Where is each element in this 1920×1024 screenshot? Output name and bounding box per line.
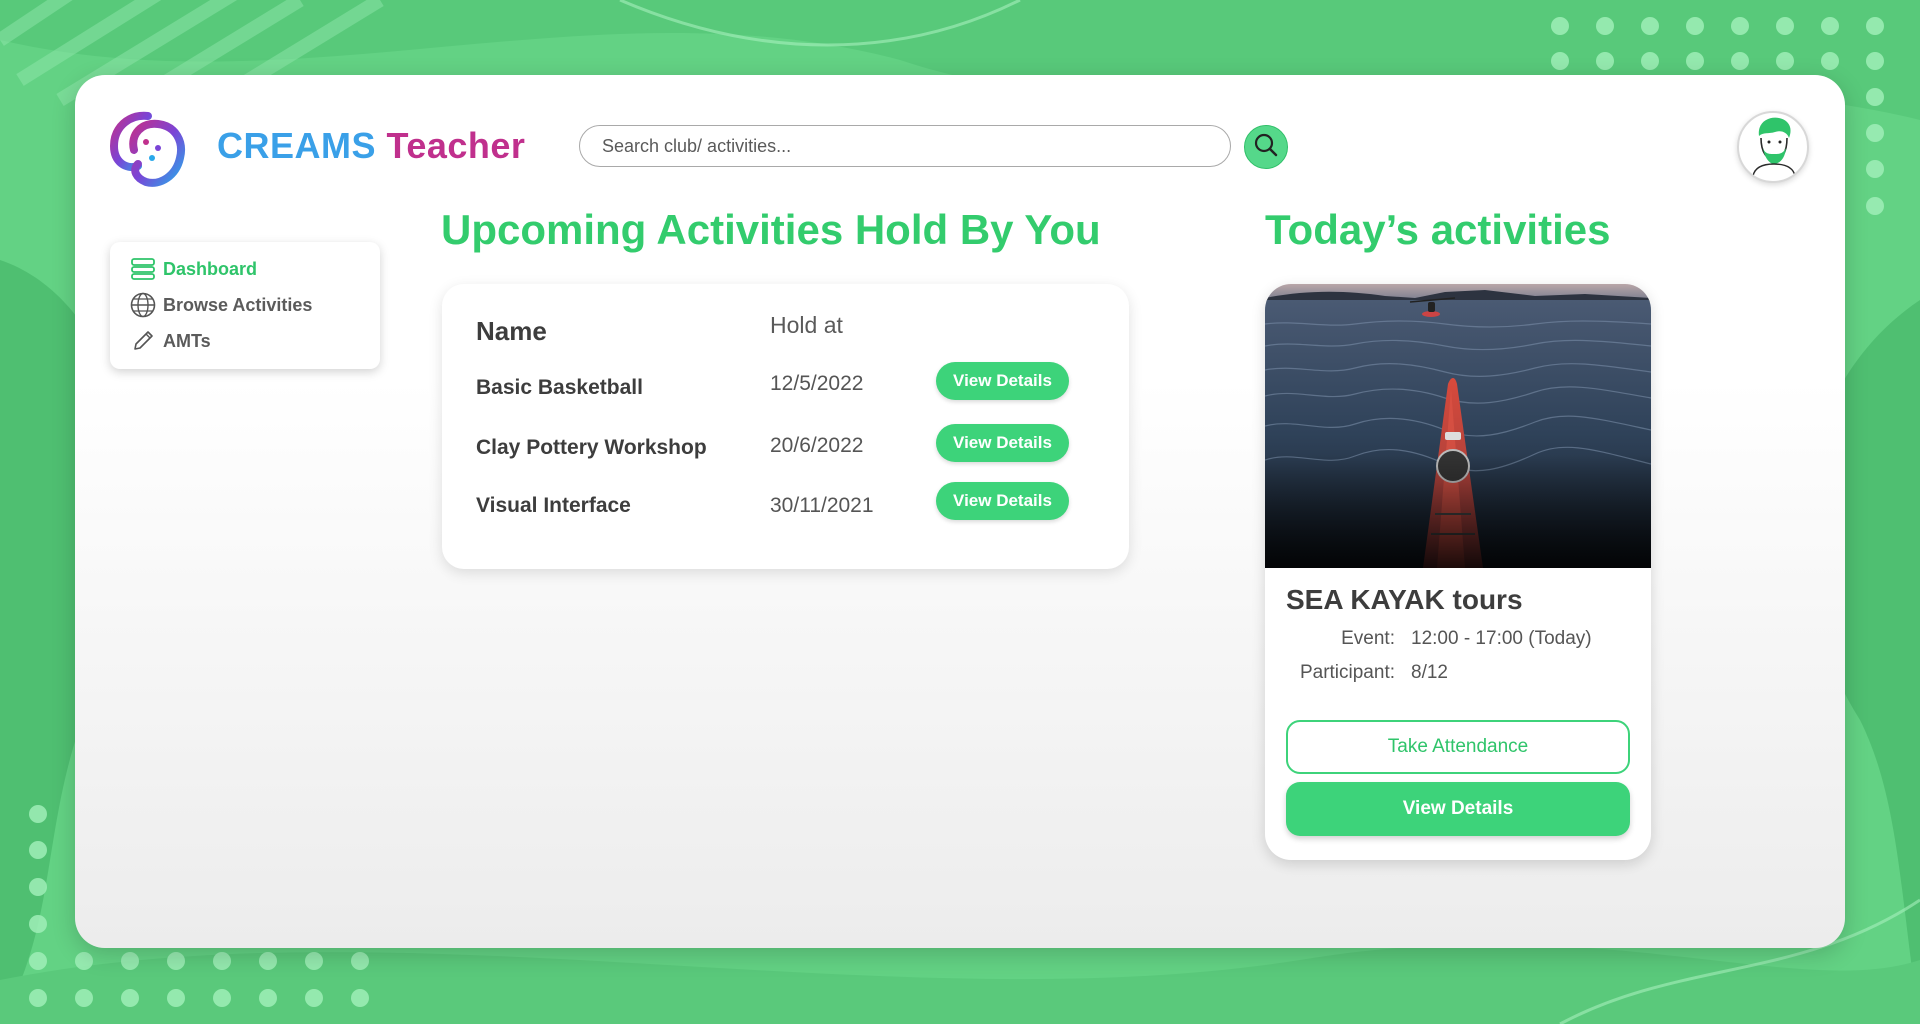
- table-row: Visual Interface 30/11/2021 View Details: [442, 482, 1129, 526]
- search-icon: [1253, 132, 1279, 163]
- sidebar: Dashboard Browse Activities AMTs: [110, 242, 380, 369]
- activity-name: Clay Pottery Workshop: [476, 436, 707, 459]
- event-label: Event:: [1341, 628, 1395, 649]
- participant-label: Participant:: [1299, 662, 1395, 683]
- participant-value: 8/12: [1411, 662, 1448, 683]
- sidebar-item-browse-activities[interactable]: Browse Activities: [130, 292, 312, 318]
- search-button[interactable]: [1244, 125, 1288, 169]
- activity-date: 20/6/2022: [770, 434, 864, 457]
- column-header-hold-at: Hold at: [770, 312, 843, 338]
- search-input[interactable]: [579, 125, 1231, 167]
- brand-part-1: CREAMS: [217, 125, 377, 166]
- column-header-name: Name: [476, 316, 547, 346]
- upcoming-heading: Upcoming Activities Hold By You: [441, 206, 1101, 253]
- view-details-button[interactable]: View Details: [936, 482, 1069, 520]
- brand-part-2: Teacher: [386, 125, 526, 166]
- take-attendance-button[interactable]: Take Attendance: [1286, 720, 1630, 774]
- today-heading: Today’s activities: [1265, 206, 1611, 253]
- sidebar-item-dashboard[interactable]: Dashboard: [130, 256, 257, 282]
- avatar[interactable]: [1737, 111, 1809, 183]
- activity-name: Visual Interface: [476, 494, 631, 517]
- event-value: 12:00 - 17:00 (Today): [1411, 628, 1592, 649]
- activity-date: 12/5/2022: [770, 372, 864, 395]
- table-row: Basic Basketball 12/5/2022 View Details: [442, 362, 1129, 402]
- activity-name: Basic Basketball: [476, 376, 643, 399]
- view-details-button[interactable]: View Details: [936, 362, 1069, 400]
- view-details-button[interactable]: View Details: [936, 424, 1069, 462]
- avatar-icon: [1745, 114, 1801, 181]
- creams-logo[interactable]: [108, 108, 192, 192]
- main-panel: CREAMS Teacher Dashboard: [75, 75, 1845, 948]
- today-activity-card: SEA KAYAK tours Event: 12:00 - 17:00 (To…: [1265, 284, 1651, 860]
- table-row: Clay Pottery Workshop 20/6/2022 View Det…: [442, 424, 1129, 464]
- sidebar-item-label: Dashboard: [163, 258, 258, 279]
- sidebar-item-amts[interactable]: AMTs: [130, 328, 211, 354]
- kayak-image: [1265, 284, 1651, 568]
- activity-title: SEA KAYAK tours: [1286, 584, 1523, 615]
- globe-icon: [130, 292, 156, 318]
- view-details-button[interactable]: View Details: [1286, 782, 1630, 836]
- pencil-icon: [130, 328, 156, 354]
- sidebar-item-label: Browse Activities: [163, 294, 313, 315]
- sidebar-item-label: AMTs: [163, 330, 211, 351]
- upcoming-activities-table: Name Hold at Basic Basketball 12/5/2022 …: [442, 284, 1129, 569]
- brand-title: CREAMS Teacher: [217, 125, 525, 167]
- activity-date: 30/11/2021: [770, 494, 874, 517]
- dashboard-icon: [130, 256, 156, 282]
